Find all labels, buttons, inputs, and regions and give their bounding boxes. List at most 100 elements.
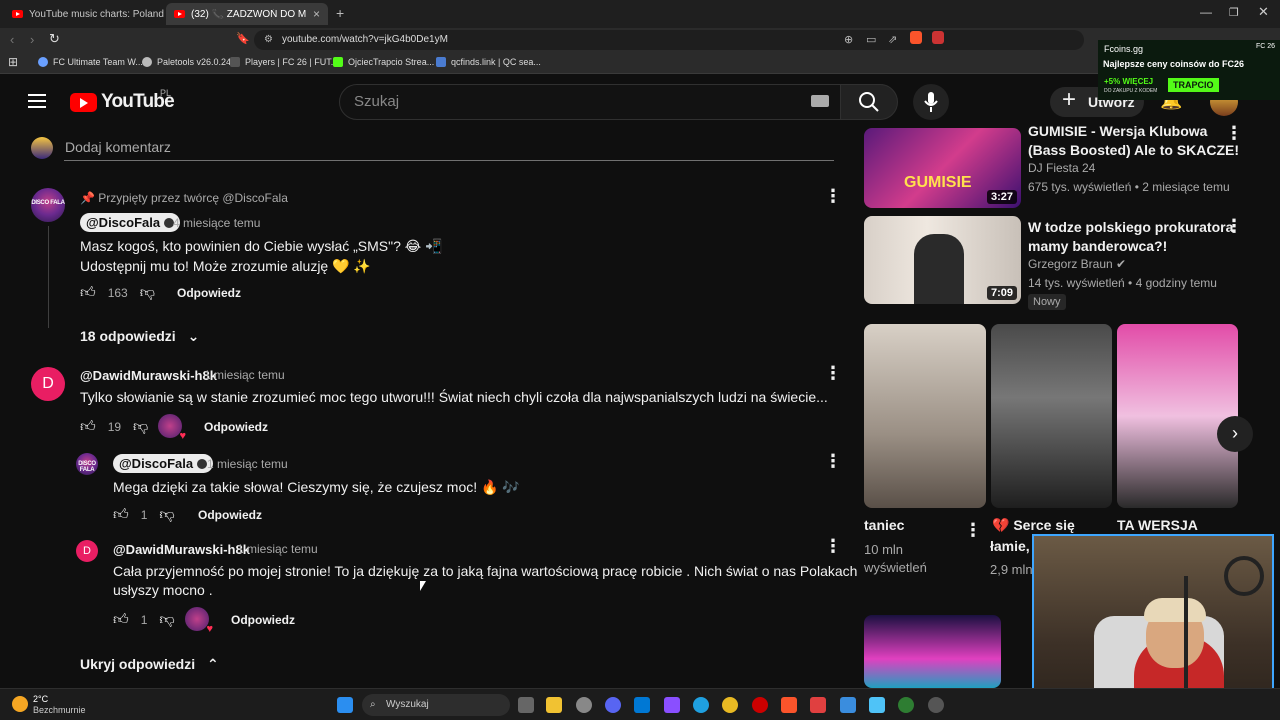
reply-button[interactable]: Odpowiedz	[198, 508, 262, 522]
brave-rewards-icon[interactable]	[932, 31, 944, 44]
video-thumbnail[interactable]: 7:09	[864, 216, 1021, 304]
more-options-icon[interactable]	[964, 520, 982, 541]
author-chip[interactable]: @DiscoFala	[113, 454, 214, 473]
more-options-icon[interactable]	[824, 186, 842, 207]
view-replies-button[interactable]: 18 odpowiedzi ⌄	[80, 328, 199, 345]
zoom-icon[interactable]: ⊕	[844, 30, 853, 50]
opera-icon[interactable]	[752, 697, 768, 713]
task-view-icon[interactable]	[518, 697, 534, 713]
app-icon[interactable]	[576, 697, 592, 713]
back-icon[interactable]: ‹	[10, 32, 14, 47]
video-thumbnail[interactable]: GUMISIE 3:27	[864, 128, 1021, 208]
bookmark-label: qcfinds.link | QC sea...	[451, 57, 541, 67]
bookmark-item[interactable]: qcfinds.link | QC sea...	[436, 57, 541, 67]
app-icon[interactable]	[664, 697, 680, 713]
youtube-logo[interactable]: YouTube	[70, 91, 175, 113]
file-explorer-icon[interactable]	[546, 697, 562, 713]
like-icon[interactable]: 👍︎	[80, 418, 96, 436]
comment-time[interactable]: 1 miesiąc temu	[207, 457, 288, 471]
author-name[interactable]: @DawidMurawski-h8k	[113, 542, 250, 557]
short-thumbnail[interactable]	[991, 324, 1112, 508]
dislike-icon[interactable]: 👎︎	[140, 284, 155, 302]
reply-button[interactable]: Odpowiedz	[177, 286, 241, 300]
channel-row[interactable]: Grzegorz Braun ✔	[1028, 257, 1126, 271]
voice-search-button[interactable]	[913, 84, 949, 120]
chrome-icon[interactable]	[722, 697, 738, 713]
brave-icon[interactable]	[781, 697, 797, 713]
share-icon[interactable]: ⇗	[888, 30, 897, 50]
dislike-icon[interactable]: 👎︎	[159, 611, 174, 629]
vivaldi-icon[interactable]	[810, 697, 826, 713]
reload-icon[interactable]: ↻	[49, 31, 60, 47]
reply-button[interactable]: Odpowiedz	[231, 613, 295, 627]
bookmark-item[interactable]: FC Ultimate Team W...	[38, 57, 143, 67]
thread-line	[48, 226, 49, 328]
browser-tab-active[interactable]: (32) 📞 ZADZWOŃ DO MNIE, M ×	[166, 3, 328, 25]
cast-icon[interactable]: ▭	[866, 30, 876, 50]
browser-tab-charts[interactable]: YouTube music charts: Poland Weekl	[4, 3, 164, 25]
keyboard-icon[interactable]	[811, 95, 829, 107]
like-icon[interactable]: 👍︎	[113, 611, 129, 629]
comment-time[interactable]: 4 miesiące temu	[173, 216, 260, 230]
app-icon[interactable]	[928, 697, 944, 713]
url-field[interactable]: ⚙ youtube.com/watch?v=jkG4b0De1yM ⊕ ▭ ⇗	[254, 30, 1084, 50]
dislike-icon[interactable]: 👎︎	[159, 506, 174, 524]
video-title[interactable]: GUMISIE - Wersja Klubowa (Bass Boosted) A…	[1028, 122, 1239, 160]
more-options-icon[interactable]	[824, 536, 842, 557]
app-icon[interactable]	[869, 697, 885, 713]
comment-time[interactable]: 1 miesiąc temu	[237, 542, 318, 556]
comment-time[interactable]: 1 miesiąc temu	[204, 368, 285, 382]
forward-icon[interactable]: ›	[30, 32, 34, 47]
short-thumbnail[interactable]	[1117, 324, 1238, 508]
restore-icon[interactable]: ❐	[1229, 6, 1239, 19]
discofala-avatar[interactable]	[31, 188, 65, 222]
more-options-icon[interactable]	[1225, 216, 1243, 237]
start-windows-icon[interactable]	[337, 697, 353, 713]
more-options-icon[interactable]	[824, 451, 842, 472]
apps-grid-icon[interactable]: ⊞	[8, 55, 18, 69]
dislike-icon[interactable]: 👎︎	[133, 418, 148, 436]
like-icon[interactable]: 👍︎	[113, 506, 129, 524]
app-icon[interactable]	[840, 697, 856, 713]
close-tab-icon[interactable]: ×	[313, 7, 320, 21]
short-thumbnail[interactable]	[864, 324, 986, 508]
like-icon[interactable]: 👍︎	[80, 284, 96, 302]
bookmark-label: OjciecTrapcio Strea...	[348, 57, 435, 67]
dawid-avatar[interactable]: D	[31, 367, 65, 401]
brave-shield-icon[interactable]	[910, 31, 922, 44]
discord-icon[interactable]	[605, 697, 621, 713]
vscode-icon[interactable]	[634, 697, 650, 713]
edge-icon[interactable]	[693, 697, 709, 713]
channel-name[interactable]: DJ Fiesta 24	[1028, 161, 1095, 175]
dawid-avatar[interactable]: D	[76, 540, 98, 562]
video-title[interactable]: W todze polskiego prokuratora mamy bander…	[1028, 218, 1233, 256]
more-options-icon[interactable]	[1225, 123, 1243, 144]
author-chip[interactable]: @DiscoFala	[80, 213, 181, 232]
bookmark-item[interactable]: Paletools v26.0.24	[142, 57, 231, 67]
search-button[interactable]	[840, 84, 898, 120]
search-input[interactable]: Szukaj	[339, 84, 841, 120]
short-title[interactable]: TA WERSJA	[1117, 517, 1198, 533]
add-comment-input[interactable]: Dodaj komentarz	[65, 139, 171, 155]
video-thumbnail[interactable]	[864, 615, 1001, 688]
taskbar-search[interactable]: ⌕ Wyszukaj	[362, 694, 510, 716]
short-title[interactable]: 💔 Serce się	[992, 517, 1075, 534]
bookmark-item[interactable]: OjciecTrapcio Strea...	[333, 57, 434, 67]
menu-icon[interactable]	[28, 94, 46, 112]
site-info-icon[interactable]: ⚙	[264, 30, 273, 50]
url-text: youtube.com/watch?v=jkG4b0De1yM	[282, 34, 448, 45]
close-window-icon[interactable]: ✕	[1258, 4, 1269, 20]
more-options-icon[interactable]	[824, 363, 842, 384]
reply-button[interactable]: Odpowiedz	[204, 420, 268, 434]
short-title[interactable]: taniec	[864, 517, 904, 533]
minimize-icon[interactable]: —	[1200, 5, 1212, 19]
author-name[interactable]: @DawidMurawski-h8k	[80, 368, 217, 383]
bookmark-item[interactable]: Players | FC 26 | FUT...	[230, 57, 338, 67]
xbox-icon[interactable]	[898, 697, 914, 713]
hide-replies-button[interactable]: Ukryj odpowiedzi ⌃	[80, 656, 219, 673]
next-shorts-button[interactable]: ›	[1217, 416, 1253, 452]
bookmark-icon[interactable]: 🔖	[236, 32, 250, 45]
discofala-avatar[interactable]	[76, 453, 98, 475]
new-tab-icon[interactable]: +	[336, 5, 344, 21]
weather-icon[interactable]	[12, 696, 28, 712]
